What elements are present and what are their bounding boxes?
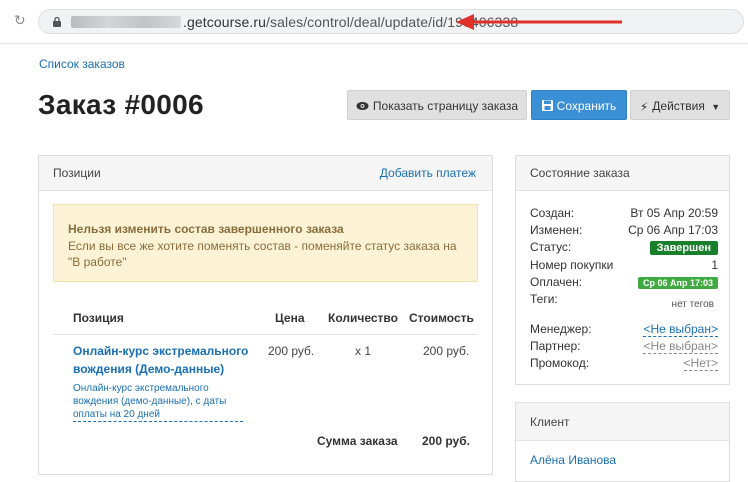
changed-label: Изменен: bbox=[530, 223, 583, 237]
status-row: Статус: Завершен bbox=[530, 240, 718, 256]
browser-toolbar: ↻ .getcourse.ru/sales/control/deal/updat… bbox=[0, 0, 748, 44]
col-position: Позиция bbox=[73, 311, 124, 325]
completed-order-warning: Нельзя изменить состав завершенного зака… bbox=[53, 204, 478, 282]
changed-value: Ср 06 Апр 17:03 bbox=[628, 223, 718, 237]
save-button[interactable]: Сохранить bbox=[531, 90, 627, 120]
manager-row: Менеджер: <Не выбран> bbox=[530, 322, 718, 338]
blurred-subdomain bbox=[71, 16, 181, 28]
row-price: 200 руб. bbox=[268, 344, 315, 358]
warning-title: Нельзя изменить состав завершенного зака… bbox=[68, 222, 344, 236]
eye-icon bbox=[356, 102, 369, 110]
col-price: Цена bbox=[275, 311, 305, 325]
promo-row: Промокод: <Нет> bbox=[530, 356, 718, 372]
purchase-number-row: Номер покупки 1 bbox=[530, 258, 718, 274]
total-label: Сумма заказа bbox=[317, 434, 398, 448]
paid-row: Оплачен: Ср 06 Апр 17:03 bbox=[530, 275, 718, 291]
created-row: Создан: Вт 05 Апр 20:59 bbox=[530, 206, 718, 222]
manager-label: Менеджер: bbox=[530, 322, 592, 336]
page-title: Заказ #0006 bbox=[38, 89, 204, 120]
partner-row: Партнер: <Не выбран> bbox=[530, 339, 718, 355]
row-quantity: x 1 bbox=[355, 344, 372, 358]
positions-panel: Позиции Добавить платеж Нельзя изменить … bbox=[38, 155, 493, 475]
product-name-link[interactable]: Онлайн-курс экстремального вождения (Дем… bbox=[73, 342, 258, 378]
order-state-panel: Состояние заказа Создан: Вт 05 Апр 20:59… bbox=[515, 155, 730, 385]
manager-select-link[interactable]: <Не выбран> bbox=[643, 322, 718, 337]
created-label: Создан: bbox=[530, 206, 575, 220]
red-arrow-annotation bbox=[456, 14, 622, 30]
caret-down-icon: ▼ bbox=[711, 102, 721, 112]
total-value: 200 руб. bbox=[422, 434, 470, 448]
status-label: Статус: bbox=[530, 240, 572, 254]
purchase-number-label: Номер покупки bbox=[530, 258, 614, 272]
partner-label: Партнер: bbox=[530, 339, 581, 353]
created-value: Вт 05 Апр 20:59 bbox=[630, 206, 718, 220]
promo-select-link[interactable]: <Нет> bbox=[683, 356, 718, 371]
order-state-header: Состояние заказа bbox=[516, 156, 729, 191]
address-bar[interactable]: .getcourse.ru/sales/control/deal/update/… bbox=[38, 9, 744, 34]
col-quantity: Количество bbox=[328, 311, 398, 325]
floppy-disk-icon bbox=[541, 100, 553, 111]
tags-label: Теги: bbox=[530, 292, 558, 306]
add-payment-link[interactable]: Добавить платеж bbox=[380, 156, 476, 191]
status-badge[interactable]: Завершен bbox=[649, 241, 718, 255]
lock-icon bbox=[53, 16, 61, 27]
positions-panel-title: Позиции bbox=[53, 166, 101, 180]
show-order-page-button[interactable]: Показать страницу заказа bbox=[347, 90, 527, 120]
col-cost: Стоимость bbox=[409, 311, 474, 325]
paid-badge: Ср 06 Апр 17:03 bbox=[638, 277, 718, 289]
paid-label: Оплачен: bbox=[530, 275, 583, 289]
bolt-icon: ⚡︎ bbox=[639, 100, 649, 114]
product-description-link[interactable]: Онлайн-курс экстремального вождения (дем… bbox=[73, 382, 243, 422]
client-panel-header: Клиент bbox=[516, 403, 729, 441]
row-cost: 200 руб. bbox=[423, 344, 470, 358]
promo-label: Промокод: bbox=[530, 356, 590, 370]
client-panel: Клиент Алёна Иванова bbox=[515, 402, 730, 482]
tags-value: нет тегов bbox=[671, 299, 714, 310]
positions-panel-header: Позиции Добавить платеж bbox=[39, 156, 492, 191]
warning-text: Если вы все же хотите поменять состав - … bbox=[68, 239, 457, 269]
partner-select-link[interactable]: <Не выбран> bbox=[643, 339, 718, 354]
breadcrumb-orders-list[interactable]: Список заказов bbox=[39, 57, 125, 71]
tags-row: Теги: нет тегов bbox=[530, 292, 718, 310]
purchase-number-value: 1 bbox=[711, 258, 718, 272]
actions-dropdown-button[interactable]: ⚡︎ Действия ▼ bbox=[630, 90, 730, 120]
client-name-link[interactable]: Алёна Иванова bbox=[530, 453, 616, 467]
changed-row: Изменен: Ср 06 Апр 17:03 bbox=[530, 223, 718, 239]
reload-icon[interactable]: ↻ bbox=[14, 13, 28, 27]
positions-table-header: Позиция Цена Количество Стоимость bbox=[53, 305, 478, 335]
